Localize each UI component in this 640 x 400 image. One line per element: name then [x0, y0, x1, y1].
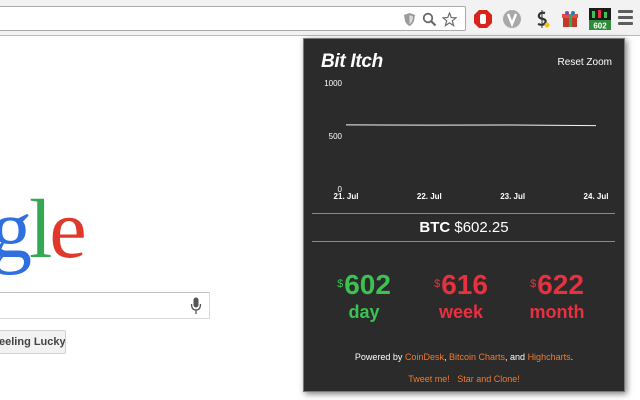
microphone-icon[interactable]: [190, 297, 202, 315]
coin-icon[interactable]: [532, 9, 552, 29]
stat-number: 616: [441, 269, 488, 300]
y-tick-label: 1000: [324, 79, 342, 88]
stat-month: $622 month: [507, 269, 607, 324]
shield-icon[interactable]: [402, 12, 417, 27]
bitcoin-charts-link[interactable]: Bitcoin Charts: [449, 352, 505, 362]
stat-label: month: [529, 302, 585, 322]
stat-label: day: [348, 302, 380, 322]
logo-letter: g: [0, 183, 32, 276]
coindesk-link[interactable]: CoinDesk: [405, 352, 444, 362]
address-bar[interactable]: [0, 6, 466, 31]
popup-title: Bit Itch: [321, 51, 383, 72]
feeling-lucky-button[interactable]: eeling Lucky: [0, 330, 66, 354]
divider-top: [312, 213, 615, 214]
google-search-input[interactable]: [0, 292, 210, 319]
star-clone-link[interactable]: Star and Clone!: [457, 374, 520, 384]
stat-value: $616: [411, 269, 511, 300]
stat-day: $602 day: [314, 269, 414, 324]
stat-week: $616 week: [411, 269, 511, 324]
stat-currency: $: [434, 278, 441, 290]
stat-number: 622: [537, 269, 584, 300]
google-logo: gle: [0, 188, 87, 272]
footer-separator-1: ,: [443, 352, 447, 362]
x-tick-label: 24. Jul: [584, 192, 609, 201]
gift-icon[interactable]: [560, 9, 580, 29]
footer-separator-2: , and: [505, 352, 526, 362]
x-tick-label: 22. Jul: [417, 192, 442, 201]
tweet-link[interactable]: Tweet me!: [408, 374, 450, 384]
reset-zoom-button[interactable]: Reset Zoom: [558, 57, 612, 68]
price-series-line: [345, 124, 597, 127]
stat-number: 602: [344, 269, 391, 300]
footer-end: .: [570, 352, 574, 362]
footer-prefix: Powered by: [354, 352, 403, 362]
price-symbol: BTC: [419, 219, 451, 236]
stat-label: week: [438, 302, 484, 322]
stat-currency: $: [530, 278, 537, 290]
vimium-icon[interactable]: [502, 9, 522, 29]
chrome-menu-icon[interactable]: [618, 10, 633, 26]
adblock-stop-icon[interactable]: [473, 9, 493, 29]
price-value: $602.25: [454, 219, 509, 236]
y-tick-label: 500: [329, 132, 343, 141]
bookmark-star-icon[interactable]: [442, 12, 457, 27]
powered-by-footer: Powered by CoinDesk, Bitcoin Charts, and…: [304, 352, 624, 362]
stat-value: $622: [507, 269, 607, 300]
social-links: Tweet me! Star and Clone!: [304, 374, 624, 384]
browser-toolbar: 602: [0, 0, 640, 36]
stat-value: $602: [314, 269, 414, 300]
x-tick-label: 21. Jul: [334, 192, 359, 201]
current-price: BTC $602.25: [304, 219, 624, 236]
highcharts-link[interactable]: Highcharts: [528, 352, 571, 362]
price-chart: 0500100021. Jul 22. Jul 23. Jul 24. Jul: [324, 79, 609, 201]
logo-letter: l: [29, 183, 52, 276]
logo-letter: e: [49, 183, 86, 276]
x-tick-label: 23. Jul: [500, 192, 525, 201]
zoom-icon[interactable]: [422, 12, 437, 27]
stat-currency: $: [337, 278, 344, 290]
bit-itch-popup: Bit Itch Reset Zoom 0 500 1000 21. Jul 22. J…: [303, 38, 625, 392]
divider-bottom: [312, 241, 615, 242]
extension-badge-text: 602: [593, 22, 607, 31]
bit-itch-extension-icon[interactable]: 602: [589, 8, 611, 30]
